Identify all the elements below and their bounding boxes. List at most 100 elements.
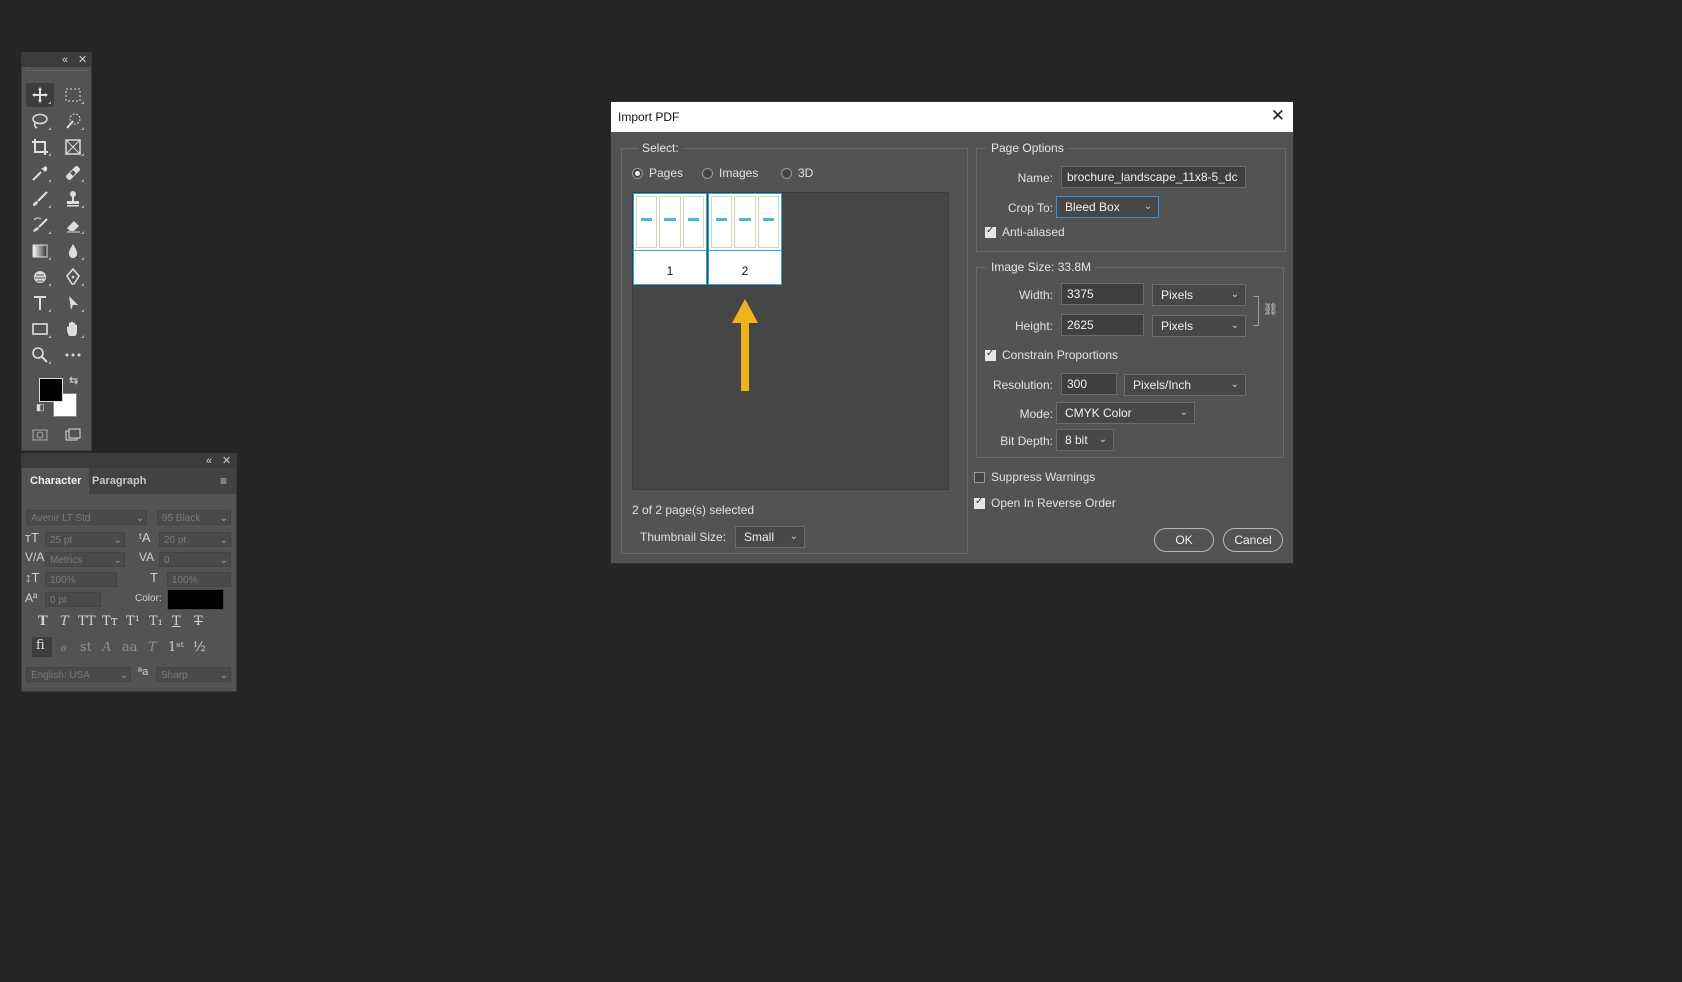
screen-mode-icon[interactable] <box>59 423 87 447</box>
healing-brush-tool-icon[interactable] <box>59 161 87 185</box>
standard-ligatures-button[interactable]: fi <box>32 637 52 657</box>
lasso-tool-icon[interactable] <box>26 109 54 133</box>
radio-images[interactable]: Images <box>702 166 758 180</box>
font-size-field[interactable]: 25 pt ⌄ <box>45 532 125 547</box>
resolution-unit-select[interactable]: Pixels/Inch ⌄ <box>1124 374 1246 396</box>
resolution-field[interactable]: 300 <box>1061 373 1117 395</box>
vertical-scale-field[interactable]: 100% <box>45 572 117 587</box>
text-color-swatch[interactable] <box>167 589 224 610</box>
reverse-order-box[interactable] <box>974 496 985 509</box>
path-selection-tool-icon[interactable] <box>59 291 87 315</box>
collapse-icon[interactable]: « <box>62 53 68 67</box>
page-thumbnail[interactable]: 1 <box>633 193 707 285</box>
move-tool-icon[interactable] <box>26 83 54 107</box>
history-brush-tool-icon[interactable] <box>26 213 54 237</box>
discretionary-ligatures-button[interactable]: st <box>80 640 92 655</box>
rectangle-tool-icon[interactable] <box>26 317 54 341</box>
radio-3d-dot[interactable] <box>781 167 792 179</box>
underline-button[interactable]: T <box>172 614 181 629</box>
horizontal-scale-field[interactable]: 100% <box>167 572 231 587</box>
page-thumbnail[interactable]: 2 <box>708 193 782 285</box>
default-colors-icon[interactable]: ◧ <box>36 402 45 413</box>
swash-button[interactable]: A <box>102 640 111 655</box>
language-select[interactable]: English: USA ⌄ <box>26 667 131 682</box>
dodge-tool-icon[interactable] <box>26 265 54 289</box>
eyedropper-tool-icon[interactable] <box>26 161 54 185</box>
kerning-select[interactable]: Metrics ⌄ <box>45 552 125 567</box>
stylistic-alternates-button[interactable]: aa <box>122 640 138 655</box>
page-preview <box>636 196 704 248</box>
small-caps-button[interactable]: Tᴛ <box>102 614 118 629</box>
panel-menu-icon[interactable]: ≡ <box>220 474 227 488</box>
foreground-color-swatch[interactable] <box>39 378 63 402</box>
dialog-title-bar[interactable]: Import PDF ✕ <box>611 102 1293 132</box>
contextual-alternates-button[interactable]: ℴ <box>60 640 66 655</box>
tracking-select[interactable]: 0 ⌄ <box>159 552 231 567</box>
reverse-order-checkbox[interactable]: Open In Reverse Order <box>974 496 1116 510</box>
ordinals-button[interactable]: 1ˢᵗ <box>168 640 184 655</box>
radio-pages-dot[interactable] <box>632 167 643 179</box>
baseline-shift-field[interactable]: 0 pt <box>45 592 101 607</box>
more-tools-icon[interactable] <box>59 343 87 367</box>
mode-select[interactable]: CMYK Color ⌄ <box>1056 402 1195 424</box>
fractions-button[interactable]: ½ <box>193 640 206 655</box>
all-caps-button[interactable]: TT <box>78 614 96 629</box>
blur-tool-icon[interactable] <box>59 239 87 263</box>
close-icon[interactable]: ✕ <box>1271 106 1285 126</box>
suppress-warnings-box[interactable] <box>974 471 985 483</box>
height-field[interactable]: 2625 <box>1061 314 1144 336</box>
name-label: Name: <box>1017 171 1053 185</box>
radio-images-dot[interactable] <box>702 167 713 179</box>
panel-grip[interactable] <box>26 70 87 77</box>
ok-button[interactable]: OK <box>1154 528 1214 552</box>
type-tool-icon[interactable] <box>26 291 54 315</box>
height-unit-select[interactable]: Pixels ⌄ <box>1152 315 1246 337</box>
suppress-warnings-checkbox[interactable]: Suppress Warnings <box>974 470 1095 484</box>
clone-stamp-tool-icon[interactable] <box>59 187 87 211</box>
crop-tool-icon[interactable] <box>26 135 54 159</box>
faux-italic-button[interactable]: T <box>60 614 69 629</box>
leading-field[interactable]: 20 pt ⌄ <box>159 532 231 547</box>
cancel-button[interactable]: Cancel <box>1223 528 1283 552</box>
anti-aliased-checkbox[interactable]: Anti-aliased <box>985 225 1065 239</box>
thumbnail-size-select[interactable]: Small ⌄ <box>735 526 805 548</box>
frame-tool-icon[interactable] <box>59 135 87 159</box>
eraser-tool-icon[interactable] <box>59 213 87 237</box>
faux-bold-button[interactable]: T <box>38 614 48 629</box>
font-family-select[interactable]: Avenir LT Std ⌄ <box>26 510 147 525</box>
quick-selection-tool-icon[interactable] <box>59 109 87 133</box>
gradient-tool-icon[interactable] <box>26 239 54 263</box>
anti-aliased-box[interactable] <box>985 225 996 238</box>
anti-alias-select[interactable]: Sharp ⌄ <box>156 667 231 682</box>
pen-tool-icon[interactable] <box>59 265 87 289</box>
quick-mask-icon[interactable] <box>26 423 54 447</box>
strikethrough-button[interactable]: T <box>194 614 203 629</box>
titling-alternates-button[interactable]: T <box>148 640 157 655</box>
width-field[interactable]: 3375 <box>1061 283 1144 305</box>
dialog-title: Import PDF <box>618 110 680 124</box>
swap-colors-icon[interactable]: ⇆ <box>69 374 78 387</box>
radio-pages[interactable]: Pages <box>632 166 683 180</box>
radio-3d[interactable]: 3D <box>781 166 813 180</box>
font-style-select[interactable]: 95 Black ⌄ <box>157 510 231 525</box>
character-panel: « ✕ Character Paragraph ≡ Avenir LT Std ⌄… <box>21 453 237 692</box>
width-unit-select[interactable]: Pixels ⌄ <box>1152 284 1246 306</box>
marquee-tool-icon[interactable] <box>59 83 87 107</box>
constrain-proportions-box[interactable] <box>985 348 996 361</box>
brush-tool-icon[interactable] <box>26 187 54 211</box>
hand-tool-icon[interactable] <box>59 317 87 341</box>
bit-depth-select[interactable]: 8 bit ⌄ <box>1056 429 1114 451</box>
name-field[interactable]: brochure_landscape_11x8-5_dc <box>1061 166 1246 188</box>
zoom-tool-icon[interactable] <box>26 343 54 367</box>
link-chain-icon[interactable]: ⛓ <box>1263 302 1278 316</box>
crop-to-select[interactable]: Bleed Box ⌄ <box>1056 196 1159 218</box>
close-panel-icon[interactable]: ✕ <box>222 454 231 468</box>
subscript-button[interactable]: T₁ <box>149 614 163 629</box>
tab-paragraph[interactable]: Paragraph <box>84 468 154 494</box>
close-panel-icon[interactable]: ✕ <box>78 53 87 67</box>
tab-character[interactable]: Character <box>22 468 90 494</box>
superscript-button[interactable]: T¹ <box>126 614 140 629</box>
thumbnail-area[interactable]: 1 2 <box>632 192 949 490</box>
constrain-proportions-checkbox[interactable]: Constrain Proportions <box>985 348 1118 362</box>
collapse-icon[interactable]: « <box>206 454 212 468</box>
